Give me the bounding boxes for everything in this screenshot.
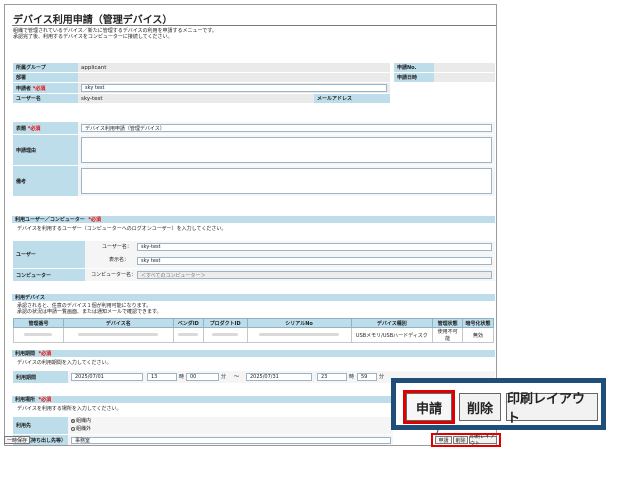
col-header: シリアルNo [246, 318, 352, 328]
device-status-cell: 使用不可能 [432, 327, 464, 343]
title-divider [12, 25, 496, 26]
required-mark: *必須 [38, 351, 52, 357]
applicant-input[interactable]: sky test [81, 84, 387, 92]
device-encryption-cell: 無効 [462, 327, 494, 343]
cell-masked [62, 327, 174, 343]
device-type-cell: USBメモリ/USBハードディスク [350, 327, 434, 343]
end-date-input[interactable]: 2025/07/31 [246, 373, 312, 381]
zoom-delete-button[interactable]: 削除 [459, 393, 501, 421]
device-section-header: 利用デバイス [12, 294, 495, 301]
save-draft-button[interactable]: 一時保存 [4, 436, 30, 444]
place-option-outside-label: 組織外 [76, 426, 92, 432]
user-username-input[interactable]: sky-test [137, 243, 492, 251]
table-row[interactable]: USBメモリ/USBハードディスク 使用不可能 無効 [13, 327, 494, 343]
zoom-print-layout-button[interactable]: 印刷レイアウト [506, 392, 598, 426]
page-title: デバイス利用申請（管理デバイス） [13, 15, 173, 26]
required-mark: *必須 [38, 397, 52, 403]
start-hour-unit: 時 [179, 374, 185, 380]
note-label: 備考 [13, 166, 78, 196]
col-header: プロダクトID [202, 318, 248, 328]
end-min-unit: 分 [379, 374, 385, 380]
radio-selected-icon[interactable] [71, 418, 75, 423]
subject-label: 表題 *必須 [13, 122, 78, 134]
cell-masked [246, 327, 352, 343]
required-mark: *必須 [88, 217, 102, 223]
dept-value [78, 73, 390, 82]
subject-label-text: 表題 [16, 125, 27, 132]
radio-icon[interactable] [71, 426, 75, 431]
start-min-unit: 分 [221, 374, 227, 380]
col-header: デバイス名 [62, 318, 174, 328]
username-label: ユーザー名 [13, 94, 78, 103]
user-section-title: 利用ユーザー／コンピューター [15, 217, 85, 223]
user-label: ユーザー [13, 241, 85, 268]
zoom-highlight-box [403, 390, 455, 424]
period-section-desc: デバイスの利用期間を入力してください。 [17, 360, 112, 366]
start-min-input[interactable]: 00 [186, 373, 219, 381]
place-option-inside-label: 組織内 [76, 418, 92, 424]
place-section-desc: デバイスを利用する場所を入力してください。 [17, 406, 122, 412]
col-header: 暗号化状態 [462, 318, 494, 328]
required-mark: *必須 [27, 125, 41, 132]
period-label: 利用期間 [13, 371, 68, 383]
highlight-box [431, 433, 501, 447]
place-label: 利用先 [13, 417, 68, 434]
username-caption: ユーザー名： [102, 244, 132, 250]
col-header: 管理状態 [432, 318, 464, 328]
end-hour-unit: 時 [349, 374, 355, 380]
request-no-label: 申請No. [394, 63, 434, 72]
period-section-title: 利用期間 [15, 351, 36, 357]
cell-masked [172, 327, 204, 343]
applicant-label: 申請者 *必須 [13, 83, 78, 93]
group-label: 所属グループ [13, 63, 78, 72]
user-display-name-input[interactable]: sky test [137, 257, 492, 265]
applicant-label-text: 申請者 [16, 85, 32, 92]
required-mark: *必須 [32, 85, 46, 92]
zoom-callout: 申請 削除 印刷レイアウト [391, 378, 606, 430]
page-description-2: 承認完了後、利用するデバイスをコンピューターに接続してください。 [13, 34, 173, 40]
start-hour-input[interactable]: 13 [147, 373, 177, 381]
end-min-input[interactable]: 59 [357, 373, 377, 381]
user-section-header: 利用ユーザー／コンピューター *必須 [12, 216, 495, 223]
period-tilde: ～ [234, 374, 240, 380]
col-header: デバイス種別 [350, 318, 434, 328]
dept-label: 部署 [13, 73, 78, 82]
username-value: sky-test [78, 94, 314, 103]
place-option-outside[interactable]: 組織外 [71, 426, 91, 432]
device-table-header: 管理番号 デバイス名 ベンダID プロダクトID シリアルNo デバイス種別 管… [13, 318, 494, 328]
end-hour-input[interactable]: 23 [317, 373, 347, 381]
detail-input[interactable]: 事務室 [71, 437, 391, 444]
device-section-desc-2: 承認の状況は申請一覧画面、または通知メールで確認できます。 [17, 309, 162, 315]
computer-caption: コンピューター名： [91, 272, 137, 278]
request-no-value [434, 63, 495, 72]
cell-masked [13, 327, 64, 343]
reason-textarea[interactable] [81, 137, 492, 163]
display-name-caption: 表示名： [109, 257, 130, 263]
request-datetime-value [434, 73, 495, 82]
col-header: ベンダID [172, 318, 204, 328]
request-datetime-label: 申請日時 [394, 73, 434, 82]
note-textarea[interactable] [81, 168, 492, 194]
start-date-input[interactable]: 2025/07/01 [71, 373, 143, 381]
computer-input[interactable]: ＜すべてのコンピューター＞ [137, 271, 492, 279]
place-option-inside[interactable]: 組織内 [71, 418, 91, 424]
reason-label: 申請理由 [13, 135, 78, 165]
place-cell [68, 417, 393, 434]
cell-masked [202, 327, 248, 343]
mail-label: メールアドレス [314, 94, 390, 103]
place-section-title: 利用場所 [15, 397, 36, 403]
user-section-desc: デバイスを利用するユーザー（コンピューターへのログオンユーザー）を入力してくださ… [17, 226, 227, 232]
col-header: 管理番号 [13, 318, 64, 328]
period-section-header: 利用期間 *必須 [12, 350, 495, 357]
group-value: applicant [78, 63, 390, 72]
device-table: 管理番号 デバイス名 ベンダID プロダクトID シリアルNo デバイス種別 管… [13, 318, 494, 343]
subject-input[interactable]: デバイス利用申請（管理デバイス） [81, 124, 492, 132]
computer-label: コンピューター [13, 269, 85, 281]
